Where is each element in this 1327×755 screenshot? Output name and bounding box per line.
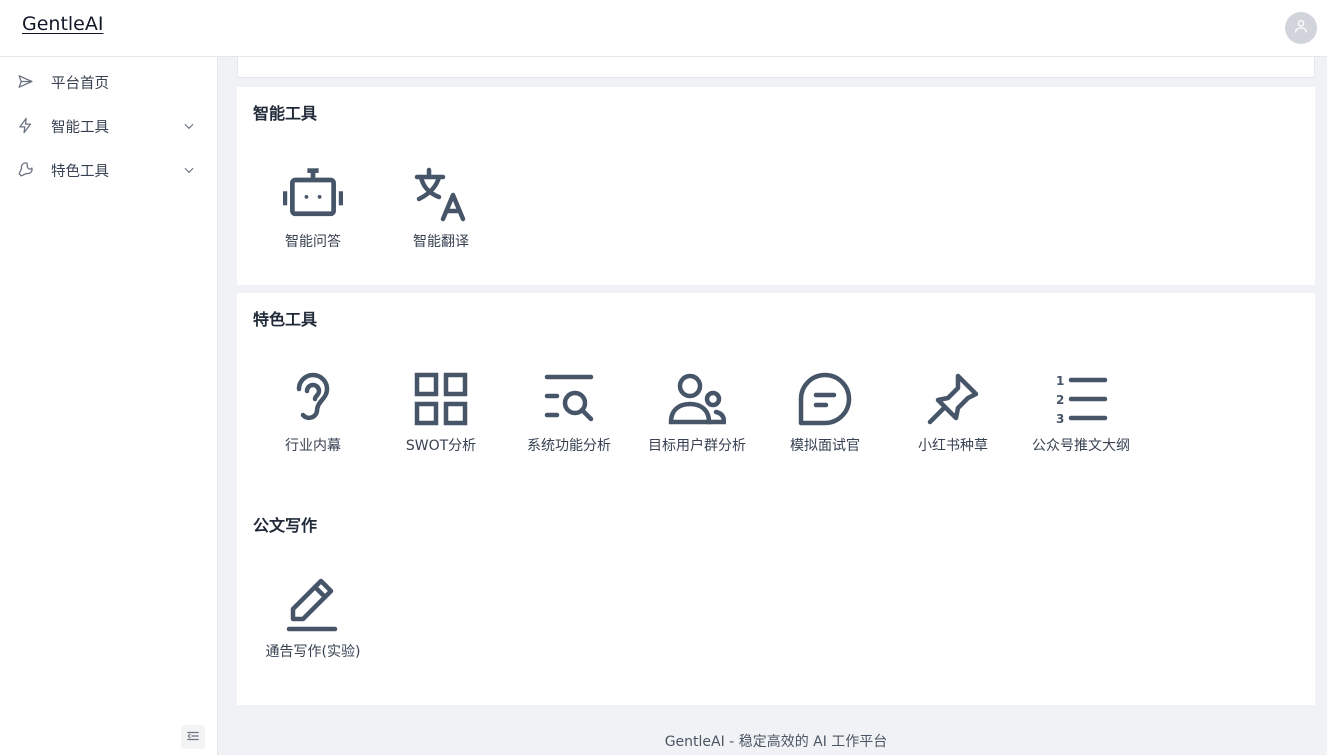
tool-mock-interviewer[interactable]: 模拟面试官 xyxy=(761,369,889,455)
tool-smart-qa[interactable]: 智能问答 xyxy=(249,165,377,251)
tool-smart-translate[interactable]: 智能翻译 xyxy=(377,165,505,251)
sidebar-item-feature-tools[interactable]: 特色工具 xyxy=(0,147,217,191)
user-avatar[interactable] xyxy=(1285,12,1317,44)
ear-icon xyxy=(283,369,343,429)
chevron-down-icon xyxy=(182,163,196,177)
sidebar-item-label: 特色工具 xyxy=(51,164,109,180)
chat-bubble-icon xyxy=(795,369,855,429)
tool-label: 通告写作(实验) xyxy=(265,644,361,660)
tool-industry-insider[interactable]: 行业内幕 xyxy=(249,369,377,455)
tool-label: SWOT分析 xyxy=(405,438,477,454)
pencil-icon xyxy=(283,575,343,635)
tool-label: 目标用户群分析 xyxy=(648,438,746,454)
tool-label: 模拟面试官 xyxy=(790,438,860,454)
chevron-down-icon xyxy=(182,119,196,133)
section-title: 智能工具 xyxy=(253,104,318,123)
svg-text:1: 1 xyxy=(1056,374,1064,388)
section-title: 特色工具 xyxy=(253,310,318,329)
wrench-icon xyxy=(17,161,34,178)
sidebar-item-label: 平台首页 xyxy=(51,76,109,92)
grid-icon xyxy=(411,369,471,429)
sidebar-item-smart-tools[interactable]: 智能工具 xyxy=(0,103,217,147)
tool-label: 行业内幕 xyxy=(285,438,341,454)
tool-notice-writing[interactable]: 通告写作(实验) xyxy=(249,575,377,661)
list-search-icon xyxy=(539,369,599,429)
footer: GentleAI - 稳定高效的 AI 工作平台 xyxy=(664,734,888,750)
tool-label: 系统功能分析 xyxy=(527,438,611,454)
tool-label: 智能翻译 xyxy=(413,234,469,250)
user-icon xyxy=(1293,18,1309,38)
robot-icon xyxy=(283,165,343,225)
translate-icon xyxy=(411,165,471,225)
collapse-sidebar-icon xyxy=(186,728,200,747)
collapse-sidebar-button[interactable] xyxy=(181,725,205,749)
tool-swot-analysis[interactable]: SWOT分析 xyxy=(377,369,505,455)
svg-text:3: 3 xyxy=(1056,412,1064,424)
svg-text:2: 2 xyxy=(1056,393,1064,407)
tool-label: 智能问答 xyxy=(285,234,341,250)
tool-target-user-analysis[interactable]: 目标用户群分析 xyxy=(633,369,761,455)
send-icon xyxy=(17,73,34,90)
feature-tools-card: 特色工具 行业内幕 SWOT分析 系统功能分析 目标用户群分析 模拟面试官 小红… xyxy=(237,293,1315,705)
section-title: 公文写作 xyxy=(253,516,318,535)
tool-system-function-analysis[interactable]: 系统功能分析 xyxy=(505,369,633,455)
top-header: GentleAI xyxy=(0,0,1327,57)
tool-label: 公众号推文大纲 xyxy=(1032,438,1130,454)
tool-wechat-article-outline[interactable]: 1 2 3 公众号推文大纲 xyxy=(1017,369,1145,455)
sidebar: 平台首页 智能工具 特色工具 xyxy=(0,57,218,755)
tool-xiaohongshu[interactable]: 小红书种草 xyxy=(889,369,1017,455)
previous-card-remnant xyxy=(237,57,1315,78)
bolt-icon xyxy=(17,117,34,134)
sidebar-item-home[interactable]: 平台首页 xyxy=(0,59,217,103)
sidebar-item-label: 智能工具 xyxy=(51,120,109,136)
tool-label: 小红书种草 xyxy=(918,438,988,454)
pin-icon xyxy=(923,369,983,429)
users-icon xyxy=(667,369,727,429)
smart-tools-card: 智能工具 智能问答 智能翻译 xyxy=(237,87,1315,285)
numbered-list-icon: 1 2 3 xyxy=(1051,369,1111,429)
brand-logo[interactable]: GentleAI xyxy=(22,13,103,35)
